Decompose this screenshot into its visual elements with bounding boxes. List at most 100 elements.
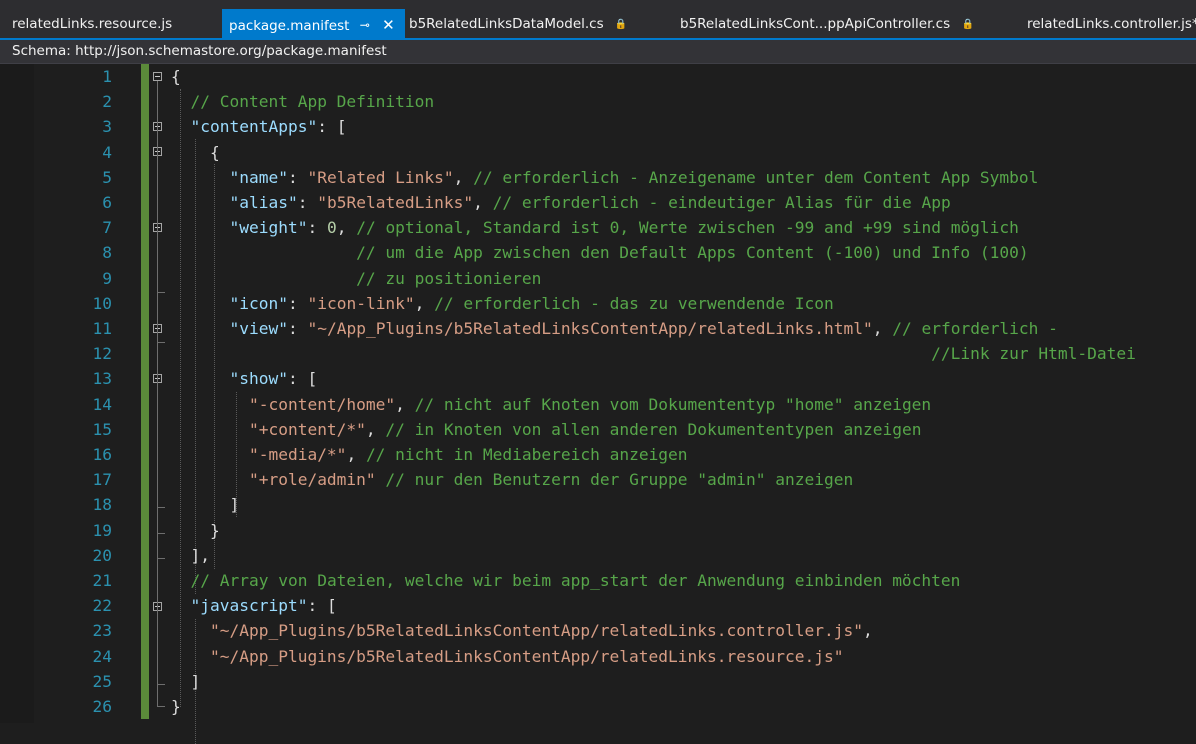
line-number: 2 [102,92,112,111]
code-token: "-content/home" [248,395,396,414]
code-token: , [872,319,893,338]
code-line[interactable]: // Array von Dateien, welche wir beim ap… [171,568,961,593]
line-number: 6 [102,193,112,212]
code-line[interactable]: "name": "Related Links", // erforderlich… [171,165,1038,190]
fold-end [157,684,165,685]
line-number: 1 [102,67,112,86]
code-token: } [171,697,181,716]
code-token: // nur den Benutzern der Gruppe "admin" … [385,470,854,489]
fold-end [157,342,165,343]
code-line[interactable]: "-content/home", // nicht auf Knoten vom… [171,392,931,417]
code-token: // nicht auf Knoten vom Dokumententyp "h… [414,395,932,414]
code-line[interactable]: // Content App Definition [171,89,435,114]
code-line[interactable]: "show": [ [171,366,317,391]
code-token: , [453,168,474,187]
tab-label: relatedLinks.resource.js [12,16,173,32]
code-token: } [171,521,220,540]
code-token: "show" [229,369,288,388]
code-editor[interactable]: 1 2 3 4 5 6 7 8 9 10 11 12 13 14 15 16 17 18 19 20 21 22 23 24 2… [0,64,1196,744]
tab-label: relatedLinks.controller.js* [1027,16,1196,32]
pin-icon[interactable]: ⊸ [360,18,370,32]
code-line[interactable]: "contentApps": [ [171,114,347,139]
code-token: "b5RelatedLinks" [317,193,474,212]
code-token: : [297,193,318,212]
code-token: ], [171,546,210,565]
code-line[interactable]: // zu positionieren [171,266,541,291]
code-line[interactable]: ], [171,543,210,568]
code-token: : [ [317,117,347,136]
tab-package-manifest[interactable]: package.manifest ⊸ ✕ [222,9,405,40]
tab-api-controller[interactable]: b5RelatedLinksCont...ppApiController.cs … [680,9,974,40]
code-line[interactable]: // um die App zwischen den Default Apps … [171,240,1029,265]
glyph-margin [0,64,34,723]
line-number: 7 [102,218,112,237]
code-token: "Related Links" [307,168,454,187]
code-token: "~/App_Plugins/b5RelatedLinksContentApp/… [209,621,863,640]
tab-label: b5RelatedLinksCont...ppApiController.cs [680,16,951,32]
code-line[interactable]: ] [171,492,239,517]
line-number: 4 [102,143,112,162]
code-token: { [171,67,181,86]
code-line[interactable]: { [171,140,220,165]
tab-related-links-controller[interactable]: relatedLinks.controller.js* [1027,9,1196,40]
code-token: // zu positionieren [356,269,542,288]
code-token: "+role/admin" [248,470,376,489]
code-line[interactable]: "+role/admin" // nur den Benutzern der G… [171,467,853,492]
code-line[interactable]: "~/App_Plugins/b5RelatedLinksContentApp/… [171,644,843,669]
code-line[interactable]: //Link zur Html-Datei [171,341,1136,366]
code-line[interactable]: "-media/*", // nicht in Mediabereich anz… [171,442,688,467]
fold-end [157,706,165,707]
code-token: , [336,218,357,237]
code-line[interactable]: "icon": "icon-link", // erforderlich - d… [171,291,833,316]
schema-url[interactable]: http://json.schemastore.org/package.mani… [75,43,387,59]
collapse-icon[interactable] [153,72,162,81]
code-line[interactable]: } [171,518,220,543]
line-number: 26 [92,697,113,716]
code-line[interactable]: } [171,694,181,719]
line-number: 22 [92,596,113,615]
tab-data-model[interactable]: b5RelatedLinksDataModel.cs 🔒 [409,9,627,40]
code-line[interactable]: "+content/*", // in Knoten von allen and… [171,417,921,442]
fold-end [157,507,165,508]
code-line[interactable]: "alias": "b5RelatedLinks", // erforderli… [171,190,951,215]
line-number: 14 [92,395,113,414]
code-token: "weight" [229,218,308,237]
line-number: 15 [92,420,113,439]
code-token: , [346,445,366,464]
code-line[interactable]: { [171,64,181,89]
code-token: // erforderlich - [892,319,1058,338]
code-token: // um die App zwischen den Default Apps … [356,243,1029,262]
line-number: 17 [92,470,113,489]
code-token: "view" [229,319,288,338]
code-token: : [287,319,308,338]
close-icon[interactable]: ✕ [382,16,395,34]
document-tab-bar: relatedLinks.resource.js package.manifes… [0,0,1196,40]
code-token: ] [171,672,201,691]
tab-label: package.manifest [229,18,350,34]
code-token: "icon-link" [307,294,415,313]
code-line[interactable]: ] [171,669,200,694]
code-token: , [473,193,493,212]
line-number: 5 [102,168,112,187]
code-line[interactable]: "javascript": [ [171,593,337,618]
code-token: "~/App_Plugins/b5RelatedLinksContentApp/… [209,647,844,666]
code-token: // erforderlich - eindeutiger Alias für … [492,193,951,212]
tab-related-links-resource[interactable]: relatedLinks.resource.js [12,9,172,40]
code-line[interactable]: "weight": 0, // optional, Standard ist 0… [171,215,1018,240]
code-line[interactable]: "view": "~/App_Plugins/b5RelatedLinksCon… [171,316,1058,341]
code-line[interactable]: "~/App_Plugins/b5RelatedLinksContentApp/… [171,618,873,643]
line-number: 23 [92,621,113,640]
tab-label: b5RelatedLinksDataModel.cs [409,16,604,32]
code-token: : [ [307,596,337,615]
line-number: 8 [102,243,112,262]
